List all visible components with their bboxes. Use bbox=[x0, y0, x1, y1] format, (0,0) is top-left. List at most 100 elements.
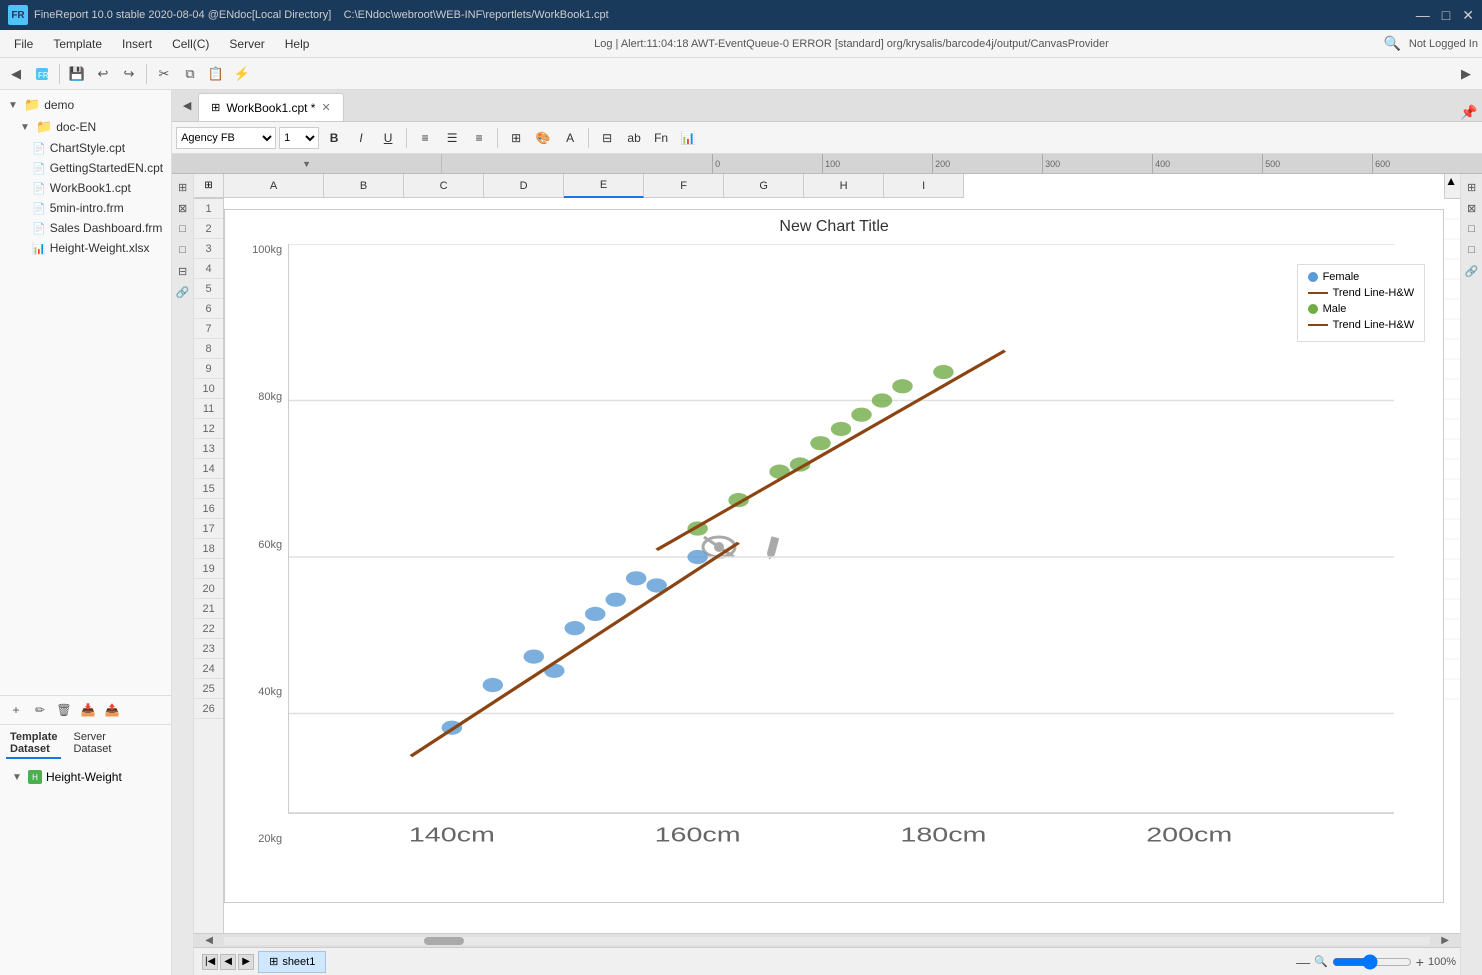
dataset-tab-server[interactable]: ServerDataset bbox=[69, 729, 115, 759]
tree-item-salesdashboard[interactable]: 📄 Sales Dashboard.frm bbox=[0, 218, 171, 238]
sidebar-toggle-btn[interactable]: ◀ bbox=[178, 96, 196, 114]
maximize-button[interactable]: □ bbox=[1442, 7, 1450, 24]
menu-file[interactable]: File bbox=[4, 33, 43, 55]
right-side-btn-2[interactable]: ⊠ bbox=[1463, 199, 1481, 217]
bold-button[interactable]: B bbox=[322, 127, 346, 149]
menu-cell[interactable]: Cell(C) bbox=[162, 33, 219, 55]
sheet-tab-sheet1[interactable]: ⊞ sheet1 bbox=[258, 951, 326, 973]
menu-help[interactable]: Help bbox=[275, 33, 320, 55]
tree-item-chartstyle[interactable]: 📄 ChartStyle.cpt bbox=[0, 138, 171, 158]
right-side-btn-1[interactable]: ⊞ bbox=[1463, 178, 1481, 196]
grid-btn[interactable]: ⊞ bbox=[504, 127, 528, 149]
paste-button[interactable]: 📋 bbox=[204, 62, 228, 86]
col-headers: A B C D E F G H I bbox=[224, 174, 1444, 199]
zoom-plus[interactable]: + bbox=[1416, 954, 1424, 970]
undo-button[interactable]: ↩ bbox=[91, 62, 115, 86]
side-btn-1[interactable]: ⊞ bbox=[174, 178, 192, 196]
right-side-btn-3[interactable]: □ bbox=[1463, 220, 1481, 238]
merge-btn[interactable]: ⊟ bbox=[595, 127, 619, 149]
dataset-export-btn[interactable]: 📤 bbox=[102, 700, 122, 720]
tree-item-doc-en[interactable]: ▼ 📁 doc-EN bbox=[0, 116, 171, 138]
wrap-btn[interactable]: ab bbox=[622, 127, 646, 149]
zoom-minus[interactable]: — bbox=[1296, 954, 1310, 970]
cut-button[interactable]: ✂ bbox=[152, 62, 176, 86]
side-btn-4[interactable]: □ bbox=[174, 241, 192, 259]
format-button[interactable]: ⚡ bbox=[230, 62, 254, 86]
italic-button[interactable]: I bbox=[349, 127, 373, 149]
tree-item-gettingstarted[interactable]: 📄 GettingStartedEN.cpt bbox=[0, 158, 171, 178]
menu-insert[interactable]: Insert bbox=[112, 33, 162, 55]
dataset-expand-hw: ▼ bbox=[12, 772, 24, 783]
dataset-edit-btn[interactable]: ✏ bbox=[30, 700, 50, 720]
chart-floating-element[interactable]: New Chart Title 100kg 80kg 60kg 40kg 20k… bbox=[224, 209, 1444, 903]
col-g[interactable]: G bbox=[724, 174, 804, 198]
col-i[interactable]: I bbox=[884, 174, 964, 198]
dataset-tab-template[interactable]: TemplateDataset bbox=[6, 729, 61, 759]
tab-pin-btn[interactable]: 📌 bbox=[1460, 103, 1478, 121]
side-btn-2[interactable]: ⊠ bbox=[174, 199, 192, 217]
sheet-scroll-next[interactable]: ▶ bbox=[238, 954, 254, 970]
h-scroll-right[interactable]: ▶ bbox=[1430, 935, 1460, 946]
file-icon-5minintro: 📄 bbox=[32, 202, 46, 215]
row-26: 26 bbox=[194, 699, 223, 719]
legend-dot-male bbox=[1308, 304, 1318, 314]
tab-workbook1[interactable]: ⊞ WorkBook1.cpt * ✕ bbox=[198, 93, 344, 121]
tab-close-workbook1[interactable]: ✕ bbox=[321, 101, 330, 114]
align-center-btn[interactable]: ☰ bbox=[440, 127, 464, 149]
tree-item-demo[interactable]: ▼ 📁 demo bbox=[0, 94, 171, 116]
tree-item-heightweight[interactable]: 📊 Height-Weight.xlsx bbox=[0, 238, 171, 258]
save-button[interactable]: 💾 bbox=[65, 62, 89, 86]
tree-item-workbook1[interactable]: 📄 WorkBook1.cpt bbox=[0, 178, 171, 198]
underline-button[interactable]: U bbox=[376, 127, 400, 149]
h-scroll-track[interactable] bbox=[224, 937, 1430, 945]
col-scroll-up[interactable]: ▲ bbox=[1444, 174, 1460, 199]
formula-btn[interactable]: Fn bbox=[649, 127, 673, 149]
zoom-slider[interactable] bbox=[1332, 954, 1412, 970]
file-icon-chartstyle: 📄 bbox=[32, 142, 46, 155]
col-c[interactable]: C bbox=[404, 174, 484, 198]
fill-color-btn[interactable]: 🎨 bbox=[531, 127, 555, 149]
copy-button[interactable]: ⧉ bbox=[178, 62, 202, 86]
row-11: 11 bbox=[194, 399, 223, 419]
sheet-scroll-first[interactable]: |◀ bbox=[202, 954, 218, 970]
dataset-import-btn[interactable]: 📥 bbox=[78, 700, 98, 720]
col-f[interactable]: F bbox=[644, 174, 724, 198]
row-10: 10 bbox=[194, 379, 223, 399]
side-btn-6[interactable]: 🔗 bbox=[174, 283, 192, 301]
dataset-item-heightweight[interactable]: ▼ H Height-Weight bbox=[0, 767, 171, 787]
col-d[interactable]: D bbox=[484, 174, 564, 198]
right-side-btn-5[interactable]: 🔗 bbox=[1463, 262, 1481, 280]
font-family-select[interactable]: Agency FB bbox=[176, 127, 276, 149]
dataset-delete-btn[interactable]: 🗑 bbox=[54, 700, 74, 720]
svg-text:200cm: 200cm bbox=[1146, 825, 1232, 847]
toolbar-nav-left[interactable]: ◀ bbox=[4, 62, 28, 86]
minimize-button[interactable]: — bbox=[1416, 7, 1430, 24]
side-btn-3[interactable]: □ bbox=[174, 220, 192, 238]
col-h[interactable]: H bbox=[804, 174, 884, 198]
sheet-scroll-btns: |◀ ◀ ▶ bbox=[202, 954, 254, 970]
font-color-btn[interactable]: A bbox=[558, 127, 582, 149]
align-right-btn[interactable]: ≡ bbox=[467, 127, 491, 149]
align-left-btn[interactable]: ≡ bbox=[413, 127, 437, 149]
h-scroll-left[interactable]: ◀ bbox=[194, 935, 224, 946]
search-icon[interactable]: 🔍 bbox=[1383, 35, 1400, 52]
toolbar-icon-btn[interactable]: FR bbox=[30, 62, 54, 86]
menu-template[interactable]: Template bbox=[43, 33, 112, 55]
right-side-btn-4[interactable]: □ bbox=[1463, 241, 1481, 259]
toolbar-right-btn[interactable]: ▶ bbox=[1454, 62, 1478, 86]
dataset-add-btn[interactable]: + bbox=[6, 700, 26, 720]
chart-btn[interactable]: 📊 bbox=[676, 127, 700, 149]
tree-item-5minintro[interactable]: 📄 5min-intro.frm bbox=[0, 198, 171, 218]
h-scrollbar[interactable]: ◀ ▶ bbox=[194, 933, 1460, 947]
menu-server[interactable]: Server bbox=[219, 33, 274, 55]
sheet-scroll-prev[interactable]: ◀ bbox=[220, 954, 236, 970]
side-btn-5[interactable]: ⊟ bbox=[174, 262, 192, 280]
font-size-select[interactable]: 1 bbox=[279, 127, 319, 149]
col-e[interactable]: E bbox=[564, 174, 644, 198]
col-a[interactable]: A bbox=[224, 174, 324, 198]
close-button[interactable]: ✕ bbox=[1462, 7, 1474, 24]
left-side-mini-toolbar: ⊞ ⊠ □ □ ⊟ 🔗 bbox=[172, 174, 194, 975]
toolbar-sep-2 bbox=[146, 64, 147, 84]
col-b[interactable]: B bbox=[324, 174, 404, 198]
redo-button[interactable]: ↪ bbox=[117, 62, 141, 86]
